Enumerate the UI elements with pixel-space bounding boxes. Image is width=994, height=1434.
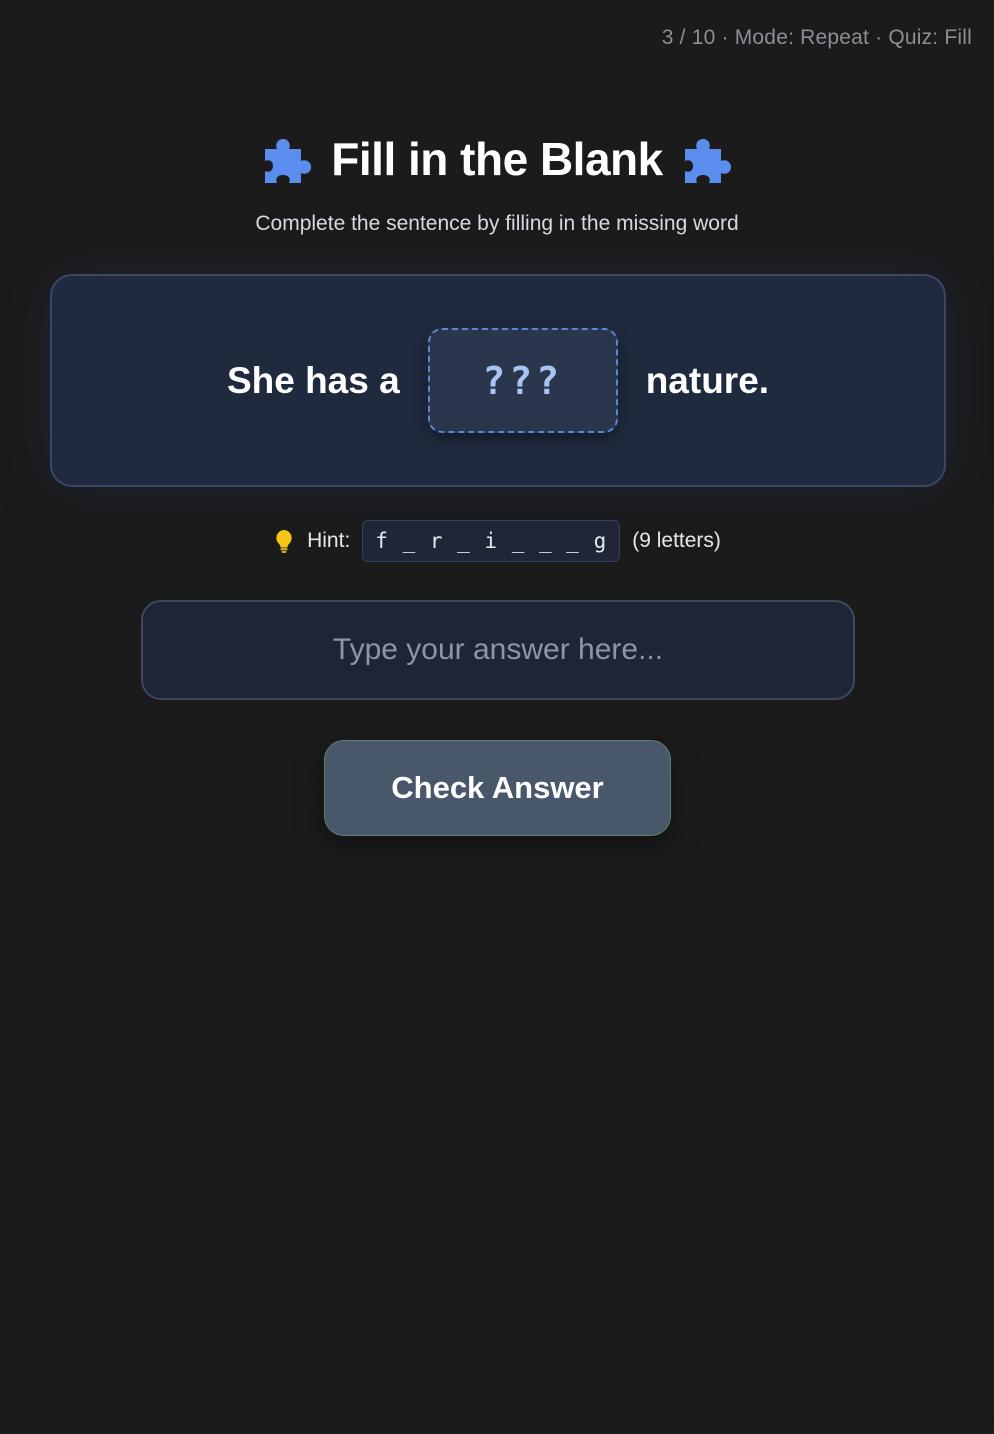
- check-answer-button[interactable]: Check Answer: [324, 740, 671, 836]
- lightbulb-icon: [276, 530, 292, 553]
- progress-indicator: 3 / 10 · Mode: Repeat · Quiz: Fill: [661, 26, 972, 49]
- sentence-before: She has a: [226, 359, 400, 401]
- answer-input[interactable]: [141, 600, 855, 700]
- hint-pattern: f _ r _ i _ _ _ g: [362, 520, 621, 562]
- hint-row: Hint: f _ r _ i _ _ _ g (9 letters): [0, 520, 994, 562]
- hint-label: Hint:: [307, 529, 351, 552]
- title-row: Fill in the Blank: [0, 132, 994, 186]
- puzzle-icon: [684, 139, 731, 183]
- quiz-page: 3 / 10 · Mode: Repeat · Quiz: Fill Fill …: [0, 0, 994, 1434]
- blank-slot: ???: [427, 328, 618, 433]
- sentence-card: She has a ??? nature.: [50, 274, 946, 487]
- page-subtitle: Complete the sentence by filling in the …: [255, 212, 739, 235]
- hint-length: (9 letters): [632, 529, 721, 552]
- puzzle-icon: [265, 139, 312, 183]
- page-title: Fill in the Blank: [331, 133, 663, 185]
- sentence-after: nature.: [645, 359, 770, 401]
